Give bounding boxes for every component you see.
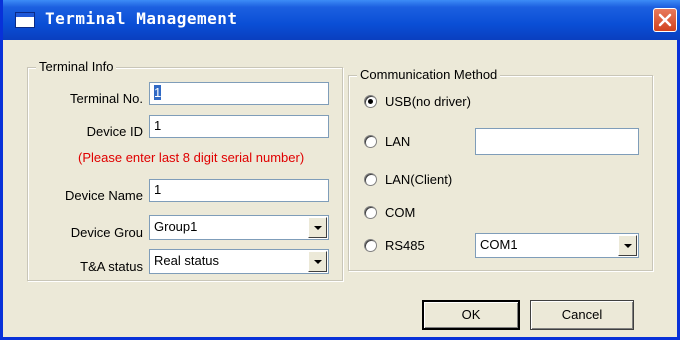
device-group-select[interactable]: Group1: [149, 215, 329, 240]
radio-rs485-label: RS485: [385, 238, 425, 253]
chevron-down-icon[interactable]: [308, 217, 327, 238]
terminal-no-input[interactable]: 1: [149, 82, 329, 105]
radio-dot-usb[interactable]: [364, 95, 377, 108]
device-group-value: Group1: [154, 219, 198, 234]
radio-lan[interactable]: LAN: [364, 134, 410, 149]
radio-lan-client[interactable]: LAN(Client): [364, 172, 452, 187]
device-group-label: Device Grou: [70, 225, 143, 240]
rs485-port-select[interactable]: COM1: [475, 233, 639, 258]
cancel-button[interactable]: Cancel: [530, 300, 634, 330]
title-bar[interactable]: Terminal Management: [3, 0, 680, 40]
ta-status-select[interactable]: Real status: [149, 249, 329, 274]
radio-com[interactable]: COM: [364, 205, 415, 220]
serial-number-hint: (Please enter last 8 digit serial number…: [78, 150, 305, 165]
radio-com-label: COM: [385, 205, 416, 220]
terminal-management-window: Terminal Management Terminal Info Termin…: [0, 0, 680, 340]
close-button[interactable]: [653, 8, 677, 32]
rs485-port-value: COM1: [480, 237, 518, 252]
radio-rs485[interactable]: RS485: [364, 238, 425, 253]
radio-usb-label: USB(no driver): [385, 94, 471, 109]
radio-lan-label: LAN: [385, 134, 411, 149]
cancel-button-label: Cancel: [561, 307, 603, 322]
radio-dot-com[interactable]: [364, 206, 377, 219]
radio-dot-lan[interactable]: [364, 135, 377, 148]
radio-usb[interactable]: USB(no driver): [364, 94, 471, 109]
terminal-no-label: Terminal No.: [70, 91, 143, 106]
chevron-down-icon[interactable]: [308, 251, 327, 272]
communication-method-legend: Communication Method: [357, 67, 501, 82]
radio-dot-lan-client[interactable]: [364, 173, 377, 186]
radio-lan-client-label: LAN(Client): [385, 172, 453, 187]
ta-status-value: Real status: [154, 253, 220, 268]
terminal-no-value: 1: [154, 85, 162, 100]
close-icon: [658, 13, 672, 27]
window-icon: [15, 12, 35, 28]
lan-address-input[interactable]: [475, 128, 639, 155]
ta-status-label: T&A status: [80, 259, 143, 274]
device-name-label: Device Name: [64, 188, 143, 203]
ok-button[interactable]: OK: [422, 300, 520, 330]
terminal-info-legend: Terminal Info: [36, 59, 117, 74]
device-id-label: Device ID: [86, 124, 143, 139]
radio-dot-rs485[interactable]: [364, 239, 377, 252]
ok-button-label: OK: [461, 307, 481, 322]
window-title: Terminal Management: [45, 9, 238, 28]
chevron-down-icon[interactable]: [618, 235, 637, 256]
device-name-input[interactable]: 1: [149, 179, 329, 202]
device-id-input[interactable]: 1: [149, 115, 329, 138]
